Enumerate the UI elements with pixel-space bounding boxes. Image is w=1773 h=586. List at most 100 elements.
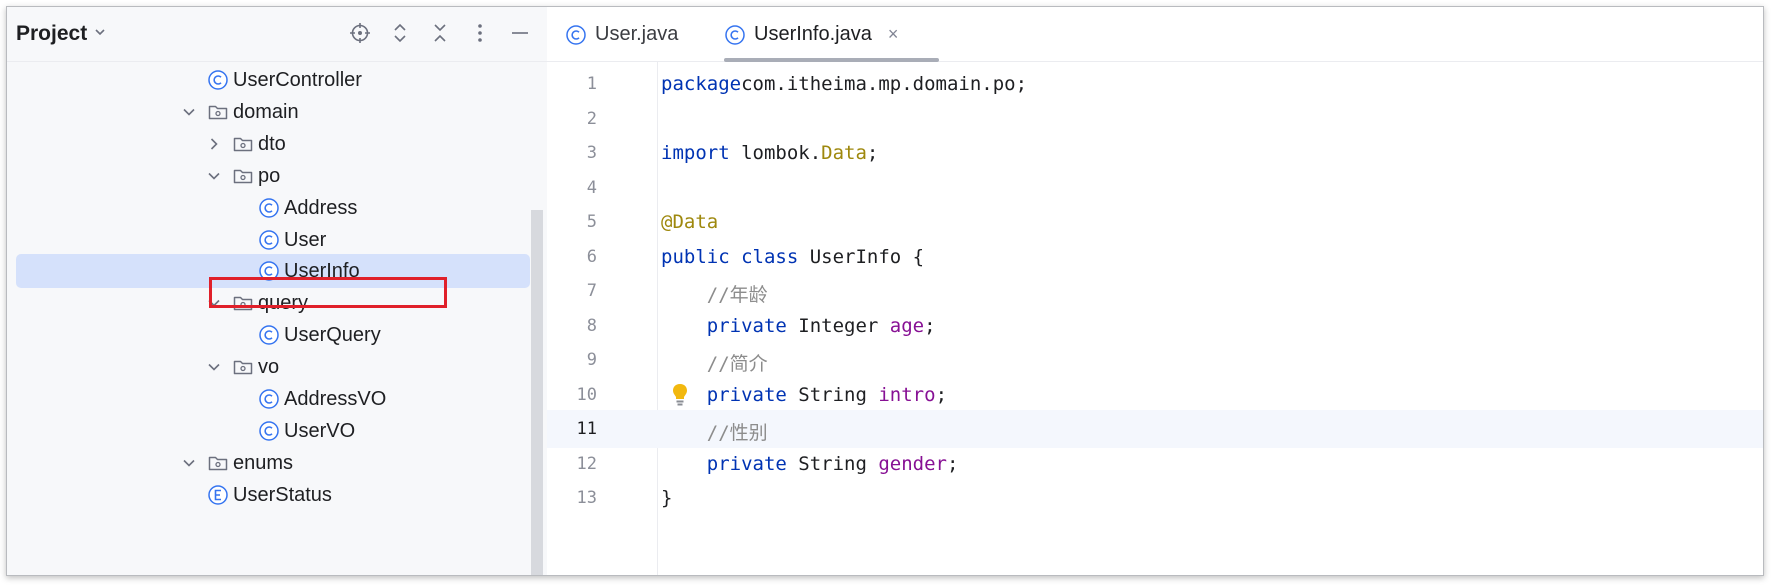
line-number: 11 (576, 419, 597, 439)
tab-user-java[interactable]: User.java (565, 7, 678, 62)
token-kw: public class (661, 245, 799, 268)
code-area[interactable]: 1 packagecom.itheima.mp.domain.po; 2 3 impor… (547, 62, 1763, 575)
tree-item-usercontroller[interactable]: UserController (7, 63, 537, 97)
tree-item-user[interactable]: User (7, 223, 537, 257)
token-text: ; (924, 314, 936, 337)
expand-all-icon[interactable] (387, 19, 413, 47)
chevron-down-icon[interactable] (205, 294, 223, 312)
tree-item-label: enums (233, 451, 294, 474)
chevron-down-icon[interactable] (180, 103, 198, 121)
tree-item-label: UserInfo (284, 260, 360, 283)
class-icon (258, 324, 280, 346)
tree-item-label: vo (258, 356, 280, 379)
token-text: lombok. (729, 142, 822, 164)
line-number: 4 (586, 177, 597, 198)
chevron-down-icon[interactable] (93, 25, 107, 43)
lightbulb-icon[interactable] (670, 382, 690, 413)
token-text: } (661, 487, 673, 509)
class-icon (258, 420, 280, 442)
code-text: //性别 (661, 418, 768, 445)
tree-item-domain[interactable]: domain (7, 95, 537, 129)
token-cmt: //性别 (706, 422, 768, 444)
token-text: ; (866, 142, 879, 164)
tab-userinfo-java[interactable]: UserInfo.java × (724, 7, 898, 62)
code-line[interactable]: 13} (547, 479, 1763, 517)
tree-item-userquery[interactable]: UserQuery (7, 318, 537, 352)
token-kw: package (661, 73, 742, 95)
code-text: } (661, 487, 672, 509)
token-kw: private (706, 452, 787, 475)
package-icon (232, 292, 254, 314)
line-number: 3 (586, 143, 597, 163)
tree-item-userinfo[interactable]: UserInfo (16, 254, 530, 289)
tab-label: UserInfo.java (754, 23, 872, 45)
code-line[interactable]: 9 //简介 (547, 341, 1763, 379)
token-fld: age (889, 314, 925, 337)
code-line[interactable]: 1 packagecom.itheima.mp.domain.po; (547, 65, 1763, 103)
collapse-all-icon[interactable] (427, 19, 453, 47)
enum-icon (207, 484, 229, 506)
code-line[interactable]: 6 public class UserInfo { (547, 238, 1763, 276)
code-line[interactable]: 8 private Integer age; (547, 307, 1763, 345)
line-number: 5 (586, 212, 597, 232)
code-line[interactable]: 4 (547, 169, 1763, 207)
ide-window: Project UserController domain dto po Add… (6, 6, 1764, 576)
tree-item-label: User (284, 228, 327, 251)
code-line[interactable]: 2 (547, 100, 1763, 138)
line-number: 12 (576, 453, 597, 474)
line-number: 13 (576, 488, 597, 508)
line-number: 10 (576, 384, 597, 405)
editor-tabs: User.java UserInfo.java × (547, 7, 1763, 62)
project-pane: Project UserController domain dto po Add… (7, 7, 548, 575)
package-icon (207, 452, 229, 474)
line-number: 1 (586, 74, 597, 94)
project-title[interactable]: Project (16, 22, 87, 46)
package-icon (232, 133, 254, 155)
code-line[interactable]: 7 //年龄 (547, 272, 1763, 310)
code-line[interactable]: 10 private String intro; (547, 376, 1763, 414)
code-line[interactable]: 3 import lombok.Data; (547, 134, 1763, 172)
tree-item-dto[interactable]: dto (7, 127, 537, 161)
tree-item-userstatus[interactable]: UserStatus (7, 478, 537, 512)
tree-scrollbar[interactable] (531, 210, 543, 575)
class-icon (258, 260, 280, 282)
code-text: @Data (661, 211, 718, 233)
chevron-down-icon[interactable] (180, 454, 198, 472)
more-options-icon[interactable] (467, 19, 493, 47)
token-ann: @Data (661, 211, 719, 233)
class-icon (258, 197, 280, 219)
token-text: Integer (786, 314, 890, 337)
tree-item-query[interactable]: query (7, 286, 537, 320)
chevron-down-icon[interactable] (205, 358, 223, 376)
code-text: private String gender; (661, 452, 959, 475)
token-kw: private (706, 383, 787, 406)
tree-item-addressvo[interactable]: AddressVO (7, 382, 537, 416)
package-icon (232, 356, 254, 378)
line-number: 8 (586, 315, 597, 336)
token-text: UserInfo { (798, 245, 925, 268)
tree-item-label: UserStatus (233, 483, 332, 506)
tree-item-uservo[interactable]: UserVO (7, 414, 537, 448)
tree-item-address[interactable]: Address (7, 191, 537, 225)
tree-item-vo[interactable]: vo (7, 350, 537, 384)
tree-item-label: dto (258, 132, 286, 155)
locate-icon[interactable] (347, 19, 373, 47)
token-kw: private (706, 314, 787, 337)
tree-item-enums[interactable]: enums (7, 446, 537, 480)
chevron-down-icon[interactable] (205, 167, 223, 185)
tree-item-label: UserController (233, 69, 362, 91)
close-icon[interactable]: × (888, 24, 899, 45)
code-line[interactable]: 12 private String gender; (547, 445, 1763, 483)
code-line[interactable]: 5 @Data (547, 203, 1763, 241)
tree-item-po[interactable]: po (7, 159, 537, 193)
tree-item-label: UserQuery (284, 324, 381, 347)
code-text: private Integer age; (661, 315, 936, 337)
chevron-right-icon[interactable] (205, 135, 223, 153)
token-ann: Data (821, 142, 867, 164)
code-line[interactable]: 11 //性别 (547, 410, 1763, 448)
minimize-icon[interactable] (507, 19, 533, 47)
tree-item-label: query (258, 292, 309, 315)
